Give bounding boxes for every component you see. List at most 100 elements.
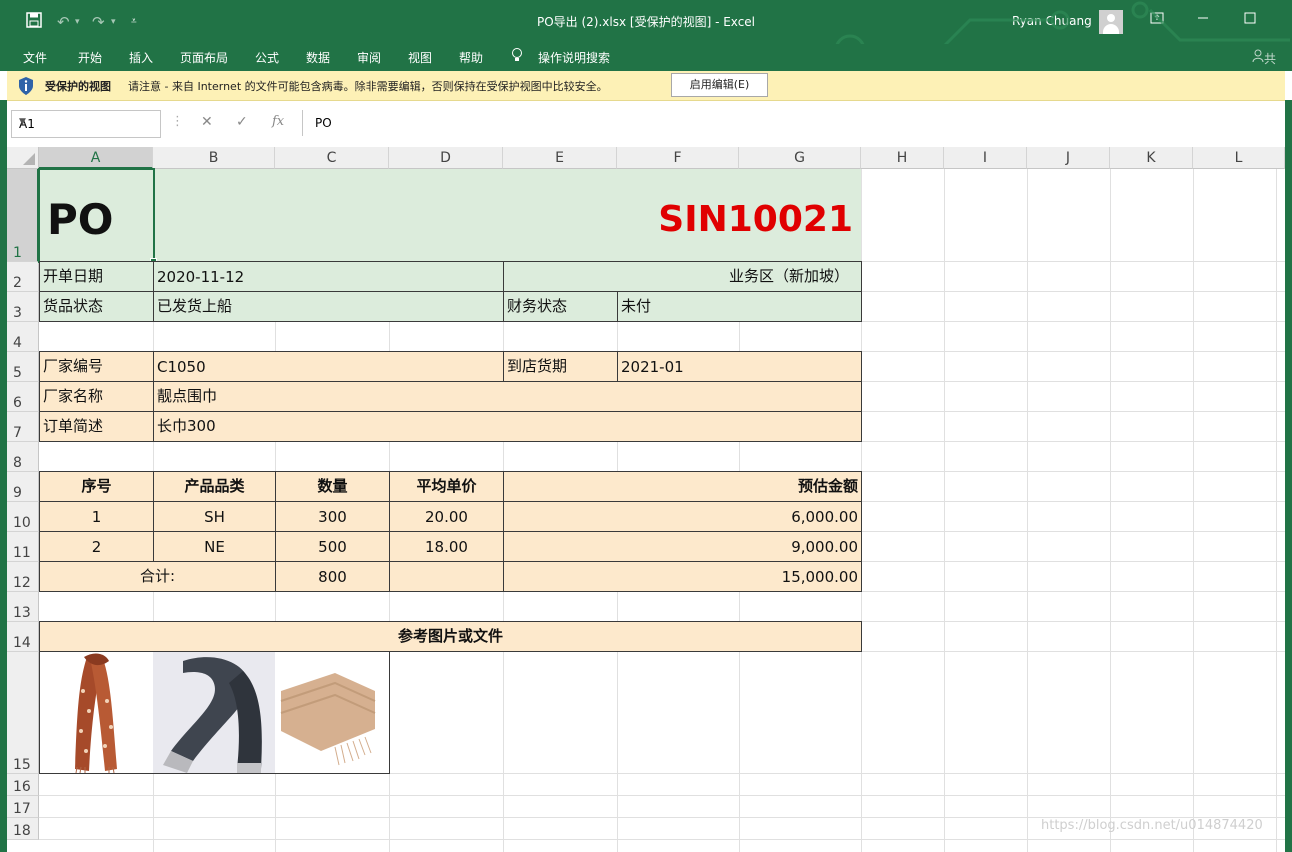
- formula-input[interactable]: PO: [302, 110, 1283, 136]
- tab-insert[interactable]: 插入: [129, 49, 153, 66]
- lightbulb-icon: [511, 47, 523, 67]
- row-header-2[interactable]: 2: [7, 262, 39, 292]
- cell-f5[interactable]: 2021-01: [617, 351, 862, 382]
- table-row-1-price[interactable]: 20.00: [389, 501, 504, 532]
- cell-e5[interactable]: 到店货期: [503, 351, 618, 382]
- cell-b5[interactable]: C1050: [153, 351, 504, 382]
- table-row-2-qty[interactable]: 500: [275, 531, 390, 562]
- col-header-i[interactable]: I: [944, 147, 1027, 169]
- total-amount[interactable]: 15,000.00: [503, 561, 862, 592]
- table-row-2-no[interactable]: 2: [39, 531, 154, 562]
- formula-value: PO: [315, 116, 332, 130]
- worksheet-grid[interactable]: A B C D E F G H I J K L 1 2 3 4 5 6 7 8 …: [7, 147, 1285, 852]
- col-header-f[interactable]: F: [617, 147, 739, 169]
- cell-f3[interactable]: 未付: [617, 291, 862, 322]
- tab-file[interactable]: 文件: [23, 49, 47, 66]
- row-header-9[interactable]: 9: [7, 472, 39, 502]
- enable-editing-button[interactable]: 启用编辑(E): [671, 73, 768, 97]
- cell-b3[interactable]: 已发货上船: [153, 291, 504, 322]
- table-row-2-price[interactable]: 18.00: [389, 531, 504, 562]
- row-header-11[interactable]: 11: [7, 532, 39, 562]
- table-header-price[interactable]: 平均单价: [389, 471, 504, 502]
- cell-a2[interactable]: 开单日期: [39, 261, 154, 292]
- title-bar: ↶ ▾ ↷ ▾ ⩡ PO导出 (2).xlsx [受保护的视图] - Excel…: [0, 0, 1292, 66]
- formula-bar: A1 ▼ ⋮ ✕ ✓ fx PO: [7, 108, 1285, 138]
- total-label[interactable]: 合计:: [39, 561, 276, 592]
- table-header-no[interactable]: 序号: [39, 471, 154, 502]
- row-header-4[interactable]: 4: [7, 322, 39, 352]
- table-header-category[interactable]: 产品品类: [153, 471, 276, 502]
- row-header-6[interactable]: 6: [7, 382, 39, 412]
- tell-me-search[interactable]: 操作说明搜索: [538, 49, 610, 66]
- col-header-c[interactable]: C: [275, 147, 389, 169]
- table-row-2-category[interactable]: NE: [153, 531, 276, 562]
- name-box[interactable]: A1 ▼: [11, 110, 161, 138]
- order-desc: 长巾300: [157, 417, 216, 435]
- col-header-g[interactable]: G: [739, 147, 861, 169]
- row-header-7[interactable]: 7: [7, 412, 39, 442]
- table-row-1-qty[interactable]: 300: [275, 501, 390, 532]
- shield-info-icon: [19, 77, 33, 95]
- formula-bar-splitter-icon[interactable]: ⋮: [171, 114, 184, 129]
- tab-review[interactable]: 审阅: [357, 49, 381, 66]
- window-right-border: [1285, 100, 1292, 852]
- region: 业务区（新加坡）: [728, 267, 849, 285]
- select-all-corner[interactable]: [7, 147, 39, 169]
- table-header-amount[interactable]: 预估金额: [503, 471, 862, 502]
- row-header-10[interactable]: 10: [7, 502, 39, 532]
- row-header-16[interactable]: 16: [7, 774, 39, 796]
- col-header-k[interactable]: K: [1110, 147, 1193, 169]
- col-header-e[interactable]: E: [503, 147, 617, 169]
- tab-help[interactable]: 帮助: [459, 49, 483, 66]
- row-header-13[interactable]: 13: [7, 592, 39, 622]
- col-header-b[interactable]: B: [153, 147, 275, 169]
- tab-data[interactable]: 数据: [306, 49, 330, 66]
- cancel-icon[interactable]: ✕: [201, 114, 213, 130]
- col-header-j[interactable]: J: [1027, 147, 1110, 169]
- order-desc-label: 订单简述: [43, 417, 104, 435]
- cell-b6[interactable]: 靓点围巾: [153, 381, 862, 412]
- total-qty[interactable]: 800: [275, 561, 390, 592]
- tab-view[interactable]: 视图: [408, 49, 432, 66]
- col-header-a[interactable]: A: [39, 147, 153, 169]
- chevron-down-icon[interactable]: ▼: [19, 117, 156, 127]
- col-header-d[interactable]: D: [389, 147, 503, 169]
- cell-a3[interactable]: 货品状态: [39, 291, 154, 322]
- row-header-17[interactable]: 17: [7, 796, 39, 818]
- cell-b1-g1[interactable]: SIN10021: [153, 169, 861, 262]
- vendor-name: 靓点围巾: [157, 387, 218, 405]
- share-button[interactable]: 共: [1252, 49, 1276, 67]
- row-header-5[interactable]: 5: [7, 352, 39, 382]
- enter-icon[interactable]: ✓: [236, 114, 248, 130]
- table-row-2-amount[interactable]: 9,000.00: [503, 531, 862, 562]
- tab-formulas[interactable]: 公式: [255, 49, 279, 66]
- cell-e3[interactable]: 财务状态: [503, 291, 618, 322]
- row-header-3[interactable]: 3: [7, 292, 39, 322]
- row-header-14[interactable]: 14: [7, 622, 39, 652]
- table-row-1-no[interactable]: 1: [39, 501, 154, 532]
- row-header-8[interactable]: 8: [7, 442, 39, 472]
- table-header-qty[interactable]: 数量: [275, 471, 390, 502]
- cell-a6[interactable]: 厂家名称: [39, 381, 154, 412]
- cell-a5[interactable]: 厂家编号: [39, 351, 154, 382]
- total-price-empty[interactable]: [389, 561, 504, 592]
- col-header-l[interactable]: L: [1193, 147, 1285, 169]
- col-header-h[interactable]: H: [861, 147, 944, 169]
- tab-page-layout[interactable]: 页面布局: [180, 49, 228, 66]
- protected-view-bar: 受保护的视图 请注意 - 来自 Internet 的文件可能包含病毒。除非需要编…: [7, 71, 1285, 101]
- finance-status: 未付: [621, 297, 652, 315]
- row-header-18[interactable]: 18: [7, 818, 39, 840]
- reference-header[interactable]: 参考图片或文件: [39, 621, 862, 652]
- cell-b7[interactable]: 长巾300: [153, 411, 862, 442]
- table-row-1-category[interactable]: SH: [153, 501, 276, 532]
- insert-function-icon[interactable]: fx: [272, 114, 284, 129]
- vendor-code: C1050: [157, 358, 206, 376]
- tab-home[interactable]: 开始: [78, 49, 102, 66]
- table-row-1-amount[interactable]: 6,000.00: [503, 501, 862, 532]
- cell-a7[interactable]: 订单简述: [39, 411, 154, 442]
- row-header-1[interactable]: 1: [7, 169, 39, 262]
- cell-e2[interactable]: 业务区（新加坡）: [503, 261, 862, 292]
- row-header-12[interactable]: 12: [7, 562, 39, 592]
- cell-b2[interactable]: 2020-11-12: [153, 261, 504, 292]
- row-header-15[interactable]: 15: [7, 652, 39, 774]
